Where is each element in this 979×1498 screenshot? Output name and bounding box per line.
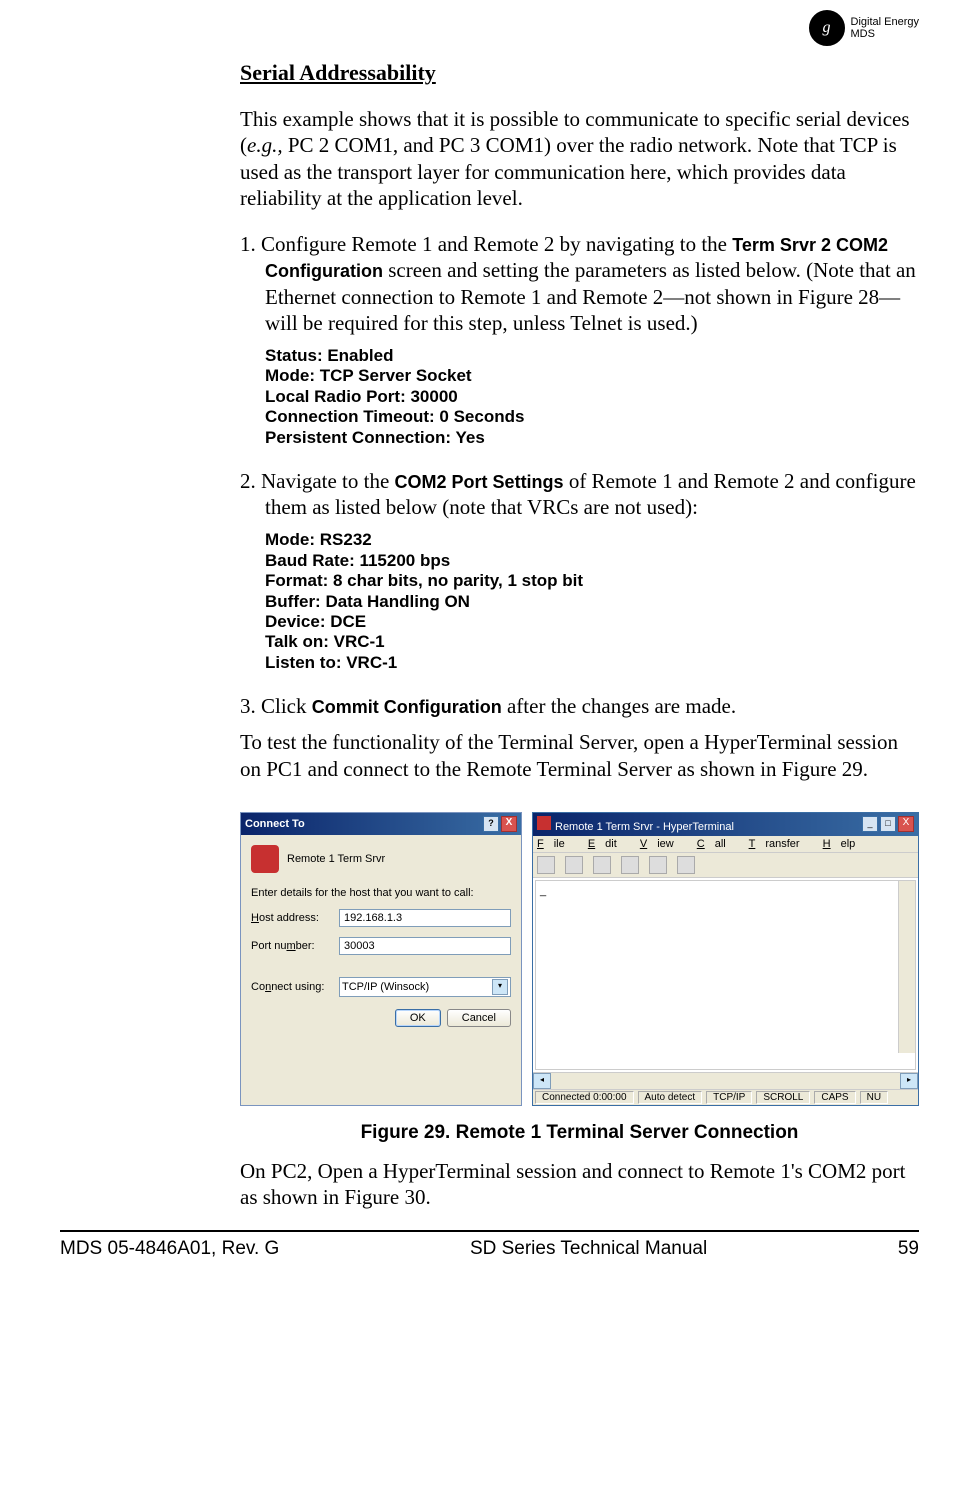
port-number-input[interactable]: [339, 937, 511, 955]
status-detect: Auto detect: [638, 1091, 703, 1104]
statusbar: Connected 0:00:00 Auto detect TCP/IP SCR…: [533, 1089, 918, 1105]
ok-button[interactable]: OK: [395, 1009, 441, 1027]
new-icon[interactable]: [537, 856, 555, 874]
menubar[interactable]: File Edit View Call Transfer Help: [533, 836, 918, 853]
footer-center: SD Series Technical Manual: [470, 1238, 707, 1260]
step1-text-a: Configure Remote 1 and Remote 2 by navig…: [256, 232, 733, 256]
cfg2-l4: Buffer: Data Handling ON: [265, 592, 919, 612]
cfg2-l3: Format: 8 char bits, no parity, 1 stop b…: [265, 571, 919, 591]
chevron-down-icon[interactable]: ▾: [492, 979, 508, 995]
intro-italic: e.g.,: [247, 133, 283, 157]
step3-num: 3.: [240, 694, 256, 718]
port-number-label: Port number:: [251, 940, 333, 952]
step3-bold: Commit Configuration: [312, 697, 502, 717]
cfg1-l2: Mode: TCP Server Socket: [265, 366, 919, 386]
figure-29: Connect To ? X Remote 1 Term Srvr Enter …: [240, 812, 919, 1106]
step2-bold: COM2 Port Settings: [395, 472, 564, 492]
cfg2-l7: Listen to: VRC-1: [265, 653, 919, 673]
dialog-titlebar[interactable]: Connect To ? X: [241, 813, 521, 835]
cfg1-l1: Status: Enabled: [265, 346, 919, 366]
scrollbar-vertical[interactable]: [898, 881, 915, 1053]
dialog-prompt: Enter details for the host that you want…: [251, 887, 511, 899]
host-address-label: Host address:: [251, 912, 333, 924]
status-protocol: TCP/IP: [706, 1091, 752, 1104]
intro-part2: PC 2 COM1, and PC 3 COM1) over the radio…: [240, 133, 897, 210]
hyperterminal-window: Remote 1 Term Srvr - HyperTerminal _ □ X…: [532, 812, 919, 1106]
menu-help[interactable]: Help: [823, 838, 866, 850]
connect-to-dialog: Connect To ? X Remote 1 Term Srvr Enter …: [240, 812, 522, 1106]
step2-text-a: Navigate to the: [256, 469, 395, 493]
config-block-1: Status: Enabled Mode: TCP Server Socket …: [265, 346, 919, 448]
cfg2-l2: Baud Rate: 115200 bps: [265, 551, 919, 571]
menu-file[interactable]: File: [537, 838, 575, 850]
step-2: 2. Navigate to the COM2 Port Settings of…: [240, 468, 919, 521]
open-icon[interactable]: [565, 856, 583, 874]
host-address-input[interactable]: [339, 909, 511, 927]
page-footer: MDS 05-4846A01, Rev. G SD Series Technic…: [60, 1230, 919, 1260]
maximize-button[interactable]: □: [880, 816, 896, 832]
connect-using-select[interactable]: TCP/IP (Winsock) ▾: [339, 977, 511, 997]
brand-line2: MDS: [851, 28, 919, 40]
footer-right: 59: [898, 1238, 919, 1260]
status-scroll: SCROLL: [756, 1091, 810, 1104]
ge-monogram-icon: g: [809, 10, 845, 46]
section-title: Serial Addressability: [240, 60, 919, 86]
config-block-2: Mode: RS232 Baud Rate: 115200 bps Format…: [265, 530, 919, 673]
scroll-right-icon[interactable]: ▸: [900, 1073, 918, 1089]
brand-logo: g Digital Energy MDS: [809, 10, 919, 46]
step1-num: 1.: [240, 232, 256, 256]
intro-paragraph: This example shows that it is possible t…: [240, 106, 919, 211]
test-paragraph: To test the functionality of the Termina…: [240, 729, 919, 782]
status-caps: CAPS: [814, 1091, 855, 1104]
step-1: 1. Configure Remote 1 and Remote 2 by na…: [240, 231, 919, 336]
status-connected: Connected 0:00:00: [535, 1091, 634, 1104]
cfg1-l3: Local Radio Port: 30000: [265, 387, 919, 407]
cursor: _: [540, 885, 546, 897]
brand-text: Digital Energy MDS: [851, 16, 919, 40]
cfg1-l5: Persistent Connection: Yes: [265, 428, 919, 448]
scrollbar-horizontal[interactable]: ◂ ▸: [533, 1072, 918, 1089]
step3-text-b: after the changes are made.: [502, 694, 736, 718]
hyper-titlebar[interactable]: Remote 1 Term Srvr - HyperTerminal _ □ X: [533, 813, 918, 836]
toolbar: [533, 853, 918, 878]
step2-num: 2.: [240, 469, 256, 493]
session-name: Remote 1 Term Srvr: [287, 853, 385, 865]
menu-call[interactable]: Call: [697, 838, 736, 850]
dialog-title-text: Connect To: [245, 818, 305, 830]
cancel-button[interactable]: Cancel: [447, 1009, 511, 1027]
step3-text-a: Click: [256, 694, 312, 718]
connect-using-label: Connect using:: [251, 981, 333, 993]
scroll-left-icon[interactable]: ◂: [533, 1073, 551, 1089]
call-icon[interactable]: [621, 856, 639, 874]
hyperterminal-icon: [537, 816, 551, 830]
connect-using-value: TCP/IP (Winsock): [342, 981, 429, 993]
menu-view[interactable]: View: [640, 838, 684, 850]
window-close-button[interactable]: X: [898, 816, 914, 832]
cfg1-l4: Connection Timeout: 0 Seconds: [265, 407, 919, 427]
terminal-body[interactable]: _: [535, 880, 916, 1070]
cfg2-l5: Device: DCE: [265, 612, 919, 632]
step-3: 3. Click Commit Configuration after the …: [240, 693, 919, 719]
status-num: NU: [860, 1091, 888, 1104]
help-button[interactable]: ?: [483, 816, 499, 832]
properties-icon[interactable]: [677, 856, 695, 874]
close-button[interactable]: X: [501, 816, 517, 832]
disconnect-icon[interactable]: [593, 856, 611, 874]
cfg2-l1: Mode: RS232: [265, 530, 919, 550]
footer-left: MDS 05-4846A01, Rev. G: [60, 1238, 279, 1260]
menu-transfer[interactable]: Transfer: [749, 838, 810, 850]
cfg2-l6: Talk on: VRC-1: [265, 632, 919, 652]
phone-icon: [251, 845, 279, 873]
menu-edit[interactable]: Edit: [588, 838, 627, 850]
hyper-title-text: Remote 1 Term Srvr - HyperTerminal: [555, 821, 734, 833]
closing-paragraph: On PC2, Open a HyperTerminal session and…: [240, 1158, 919, 1211]
send-icon[interactable]: [649, 856, 667, 874]
minimize-button[interactable]: _: [862, 816, 878, 832]
figure-caption: Figure 29. Remote 1 Terminal Server Conn…: [240, 1122, 919, 1144]
brand-line1: Digital Energy: [851, 16, 919, 28]
